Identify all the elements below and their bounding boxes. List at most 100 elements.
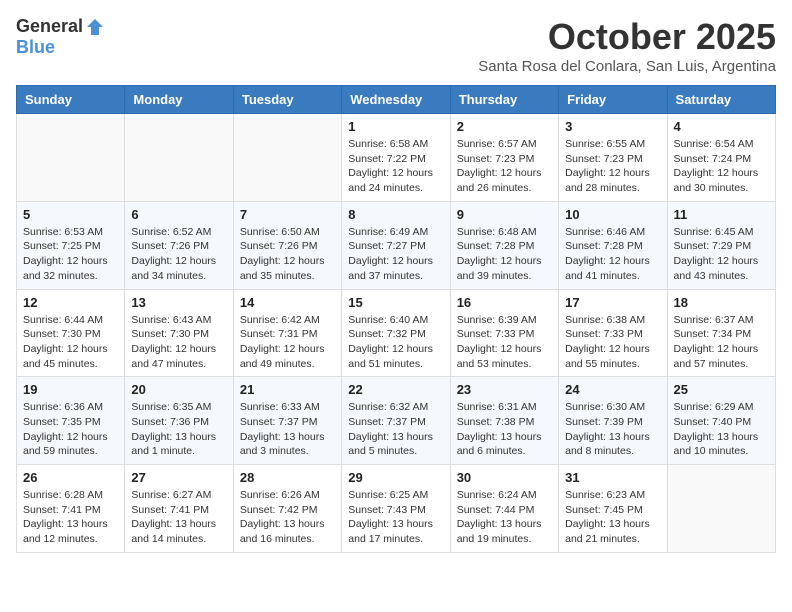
calendar-week-row: 19 Sunrise: 6:36 AM Sunset: 7:35 PM Dayli…: [17, 377, 776, 465]
logo-blue-text: Blue: [16, 37, 55, 58]
weekday-header-friday: Friday: [559, 86, 667, 114]
day-info: Sunrise: 6:52 AM Sunset: 7:26 PM Dayligh…: [131, 225, 226, 284]
calendar-cell: 3 Sunrise: 6:55 AM Sunset: 7:23 PM Daylig…: [559, 114, 667, 202]
day-info: Sunrise: 6:32 AM Sunset: 7:37 PM Dayligh…: [348, 400, 443, 459]
day-info: Sunrise: 6:26 AM Sunset: 7:42 PM Dayligh…: [240, 488, 335, 547]
title-area: October 2025 Santa Rosa del Conlara, San…: [478, 16, 776, 75]
day-number: 1: [348, 119, 443, 134]
calendar-cell: 7 Sunrise: 6:50 AM Sunset: 7:26 PM Daylig…: [233, 201, 341, 289]
calendar-cell: [17, 114, 125, 202]
day-info: Sunrise: 6:50 AM Sunset: 7:26 PM Dayligh…: [240, 225, 335, 284]
weekday-header-tuesday: Tuesday: [233, 86, 341, 114]
calendar-cell: 8 Sunrise: 6:49 AM Sunset: 7:27 PM Daylig…: [342, 201, 450, 289]
weekday-header-thursday: Thursday: [450, 86, 558, 114]
calendar-cell: 28 Sunrise: 6:26 AM Sunset: 7:42 PM Dayli…: [233, 465, 341, 553]
day-info: Sunrise: 6:45 AM Sunset: 7:29 PM Dayligh…: [674, 225, 769, 284]
calendar-cell: 4 Sunrise: 6:54 AM Sunset: 7:24 PM Daylig…: [667, 114, 775, 202]
logo-icon: [85, 17, 105, 37]
weekday-header-saturday: Saturday: [667, 86, 775, 114]
day-number: 7: [240, 207, 335, 222]
day-number: 8: [348, 207, 443, 222]
calendar-cell: 23 Sunrise: 6:31 AM Sunset: 7:38 PM Dayli…: [450, 377, 558, 465]
day-info: Sunrise: 6:42 AM Sunset: 7:31 PM Dayligh…: [240, 313, 335, 372]
day-info: Sunrise: 6:33 AM Sunset: 7:37 PM Dayligh…: [240, 400, 335, 459]
calendar-cell: 15 Sunrise: 6:40 AM Sunset: 7:32 PM Dayli…: [342, 289, 450, 377]
calendar-week-row: 5 Sunrise: 6:53 AM Sunset: 7:25 PM Daylig…: [17, 201, 776, 289]
calendar-cell: 14 Sunrise: 6:42 AM Sunset: 7:31 PM Dayli…: [233, 289, 341, 377]
day-number: 4: [674, 119, 769, 134]
weekday-header-sunday: Sunday: [17, 86, 125, 114]
day-number: 15: [348, 295, 443, 310]
day-info: Sunrise: 6:25 AM Sunset: 7:43 PM Dayligh…: [348, 488, 443, 547]
calendar-week-row: 26 Sunrise: 6:28 AM Sunset: 7:41 PM Dayli…: [17, 465, 776, 553]
calendar-cell: 27Sunrise: 6:27 AM Sunset: 7:41 PM Dayli…: [125, 465, 233, 553]
calendar-cell: 13 Sunrise: 6:43 AM Sunset: 7:30 PM Dayli…: [125, 289, 233, 377]
day-info: Sunrise: 6:30 AM Sunset: 7:39 PM Dayligh…: [565, 400, 660, 459]
day-info: Sunrise: 6:23 AM Sunset: 7:45 PM Dayligh…: [565, 488, 660, 547]
day-number: 19: [23, 382, 118, 397]
day-number: 21: [240, 382, 335, 397]
day-number: 25: [674, 382, 769, 397]
day-number: 22: [348, 382, 443, 397]
day-info: Sunrise: 6:48 AM Sunset: 7:28 PM Dayligh…: [457, 225, 552, 284]
day-number: 14: [240, 295, 335, 310]
calendar-cell: 30 Sunrise: 6:24 AM Sunset: 7:44 PM Dayli…: [450, 465, 558, 553]
calendar-cell: 25 Sunrise: 6:29 AM Sunset: 7:40 PM Dayli…: [667, 377, 775, 465]
day-number: 23: [457, 382, 552, 397]
calendar-cell: 24 Sunrise: 6:30 AM Sunset: 7:39 PM Dayli…: [559, 377, 667, 465]
calendar-cell: 26 Sunrise: 6:28 AM Sunset: 7:41 PM Dayli…: [17, 465, 125, 553]
calendar-cell: 31Sunrise: 6:23 AM Sunset: 7:45 PM Dayli…: [559, 465, 667, 553]
day-info: Sunrise: 6:31 AM Sunset: 7:38 PM Dayligh…: [457, 400, 552, 459]
calendar-cell: 2Sunrise: 6:57 AM Sunset: 7:23 PM Daylig…: [450, 114, 558, 202]
day-info: Sunrise: 6:39 AM Sunset: 7:33 PM Dayligh…: [457, 313, 552, 372]
day-info: Sunrise: 6:44 AM Sunset: 7:30 PM Dayligh…: [23, 313, 118, 372]
day-info: Sunrise: 6:54 AM Sunset: 7:24 PM Dayligh…: [674, 137, 769, 196]
day-number: 24: [565, 382, 660, 397]
day-info: Sunrise: 6:40 AM Sunset: 7:32 PM Dayligh…: [348, 313, 443, 372]
calendar-cell: 1Sunrise: 6:58 AM Sunset: 7:22 PM Daylig…: [342, 114, 450, 202]
calendar-cell: 20 Sunrise: 6:35 AM Sunset: 7:36 PM Dayli…: [125, 377, 233, 465]
day-number: 26: [23, 470, 118, 485]
day-number: 2: [457, 119, 552, 134]
day-number: 17: [565, 295, 660, 310]
calendar-cell: [233, 114, 341, 202]
calendar-cell: 5 Sunrise: 6:53 AM Sunset: 7:25 PM Daylig…: [17, 201, 125, 289]
day-number: 30: [457, 470, 552, 485]
weekday-header-wednesday: Wednesday: [342, 86, 450, 114]
day-info: Sunrise: 6:46 AM Sunset: 7:28 PM Dayligh…: [565, 225, 660, 284]
calendar-cell: 29 Sunrise: 6:25 AM Sunset: 7:43 PM Dayli…: [342, 465, 450, 553]
location-title: Santa Rosa del Conlara, San Luis, Argent…: [478, 58, 776, 75]
day-number: 12: [23, 295, 118, 310]
day-number: 10: [565, 207, 660, 222]
day-number: 29: [348, 470, 443, 485]
calendar-cell: 21 Sunrise: 6:33 AM Sunset: 7:37 PM Dayli…: [233, 377, 341, 465]
day-info: Sunrise: 6:53 AM Sunset: 7:25 PM Dayligh…: [23, 225, 118, 284]
day-info: Sunrise: 6:55 AM Sunset: 7:23 PM Dayligh…: [565, 137, 660, 196]
weekday-header-row: SundayMondayTuesdayWednesdayThursdayFrid…: [17, 86, 776, 114]
day-info: Sunrise: 6:24 AM Sunset: 7:44 PM Dayligh…: [457, 488, 552, 547]
day-info: Sunrise: 6:36 AM Sunset: 7:35 PM Dayligh…: [23, 400, 118, 459]
day-number: 28: [240, 470, 335, 485]
calendar-week-row: 1Sunrise: 6:58 AM Sunset: 7:22 PM Daylig…: [17, 114, 776, 202]
calendar-cell: 11 Sunrise: 6:45 AM Sunset: 7:29 PM Dayli…: [667, 201, 775, 289]
day-info: Sunrise: 6:35 AM Sunset: 7:36 PM Dayligh…: [131, 400, 226, 459]
day-info: Sunrise: 6:37 AM Sunset: 7:34 PM Dayligh…: [674, 313, 769, 372]
day-info: Sunrise: 6:29 AM Sunset: 7:40 PM Dayligh…: [674, 400, 769, 459]
month-title: October 2025: [478, 16, 776, 58]
day-number: 13: [131, 295, 226, 310]
calendar-cell: 9 Sunrise: 6:48 AM Sunset: 7:28 PM Daylig…: [450, 201, 558, 289]
day-number: 9: [457, 207, 552, 222]
day-number: 20: [131, 382, 226, 397]
day-info: Sunrise: 6:38 AM Sunset: 7:33 PM Dayligh…: [565, 313, 660, 372]
day-number: 5: [23, 207, 118, 222]
calendar-cell: 16Sunrise: 6:39 AM Sunset: 7:33 PM Dayli…: [450, 289, 558, 377]
day-number: 11: [674, 207, 769, 222]
day-info: Sunrise: 6:49 AM Sunset: 7:27 PM Dayligh…: [348, 225, 443, 284]
logo-general-text: General: [16, 16, 83, 37]
day-number: 3: [565, 119, 660, 134]
day-info: Sunrise: 6:28 AM Sunset: 7:41 PM Dayligh…: [23, 488, 118, 547]
calendar-cell: 10 Sunrise: 6:46 AM Sunset: 7:28 PM Dayli…: [559, 201, 667, 289]
calendar-table: SundayMondayTuesdayWednesdayThursdayFrid…: [16, 85, 776, 553]
day-info: Sunrise: 6:43 AM Sunset: 7:30 PM Dayligh…: [131, 313, 226, 372]
calendar-cell: 6Sunrise: 6:52 AM Sunset: 7:26 PM Daylig…: [125, 201, 233, 289]
